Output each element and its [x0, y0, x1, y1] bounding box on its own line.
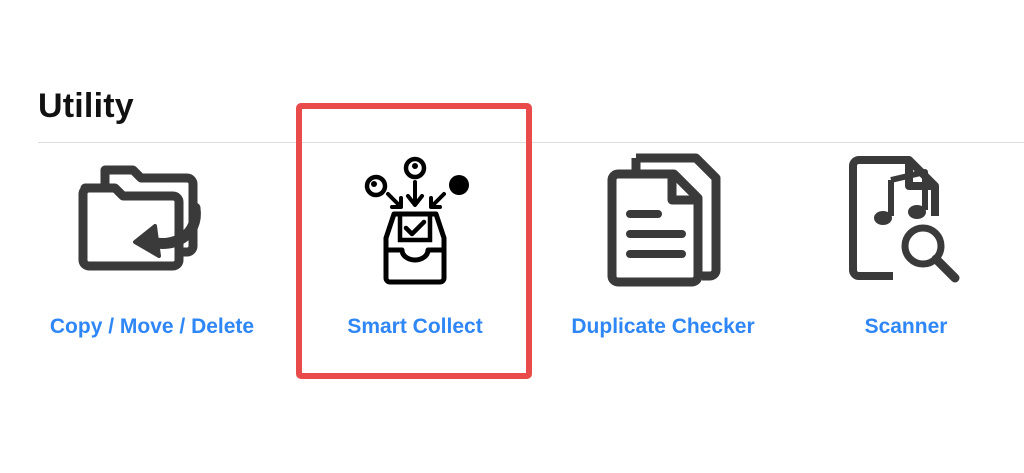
music-file-search-icon	[831, 150, 981, 290]
section-title: Utility	[38, 87, 134, 125]
smart-collect-label[interactable]: Smart Collect	[295, 312, 535, 342]
section-divider	[38, 142, 1024, 143]
copy-move-delete-label[interactable]: Copy / Move / Delete	[32, 312, 272, 342]
scanner-label[interactable]: Scanner	[786, 312, 1024, 342]
copy-move-delete-tool[interactable]: Copy / Move / Delete	[32, 150, 272, 360]
smart-collect-tool[interactable]: Smart Collect	[295, 150, 535, 360]
inbox-collect-icon	[340, 150, 490, 290]
scanner-tool[interactable]: Scanner	[786, 150, 1024, 360]
folders-arrow-icon	[77, 150, 227, 290]
utility-page: Utility Copy / Move / Delete Smart Colle…	[0, 0, 1024, 473]
duplicate-documents-icon	[588, 150, 738, 290]
duplicate-checker-label[interactable]: Duplicate Checker	[543, 312, 783, 342]
duplicate-checker-tool[interactable]: Duplicate Checker	[543, 150, 783, 360]
